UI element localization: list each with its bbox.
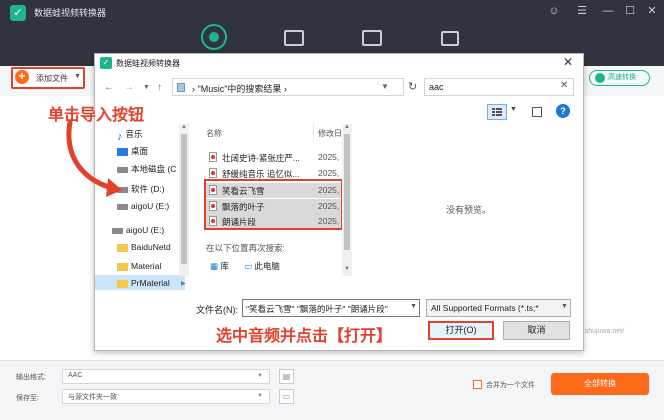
annotation-select-open: 选中音频并点击【打开】 bbox=[216, 328, 393, 345]
scroll-up-icon[interactable]: ▲ bbox=[344, 124, 350, 130]
file-list-scroll-thumb[interactable] bbox=[344, 134, 350, 250]
help-icon[interactable]: ? bbox=[556, 104, 570, 118]
tree-item-usb-e[interactable]: aigoU (E:) bbox=[112, 225, 164, 235]
tree-item-folder[interactable]: Material bbox=[117, 261, 161, 271]
save-to-value: 与源文件夹一致 bbox=[68, 394, 117, 401]
usb-drive-icon bbox=[112, 227, 123, 234]
folder-icon bbox=[117, 243, 128, 252]
search-input[interactable] bbox=[424, 78, 574, 96]
menu-icon[interactable]: ☰ bbox=[574, 3, 590, 19]
folder-icon bbox=[117, 262, 128, 271]
tree-scroll-thumb[interactable] bbox=[181, 134, 187, 264]
search-again-library[interactable]: ▦ 库 bbox=[210, 260, 229, 272]
save-to-select[interactable]: 与源文件夹一致 ▼ bbox=[62, 389, 270, 404]
filename-value: "笑看云飞雪" "飘落的叶子" "朗诵片段" bbox=[246, 304, 388, 314]
convert-all-button[interactable]: 全部转换 bbox=[551, 373, 649, 395]
drive-icon bbox=[117, 203, 128, 210]
minimize-button[interactable]: — bbox=[600, 3, 616, 19]
high-speed-icon bbox=[595, 73, 605, 83]
app-logo-icon: ✓ bbox=[10, 5, 26, 21]
app-title: 数据蛙视频转换器 bbox=[34, 8, 107, 18]
search-value: aac bbox=[429, 82, 444, 92]
file-name: 壮阔史诗-紧张庄严... bbox=[222, 153, 300, 163]
forward-arrow-icon[interactable]: → bbox=[124, 82, 134, 93]
output-format-select[interactable]: AAC ▼ bbox=[62, 369, 270, 384]
audio-file-icon bbox=[209, 168, 217, 178]
computer-icon: ▭ bbox=[244, 261, 253, 271]
selection-highlight-box bbox=[204, 179, 343, 230]
back-arrow-icon[interactable]: ← bbox=[104, 82, 114, 93]
output-format-label: 输出格式: bbox=[16, 374, 46, 381]
chevron-down-icon: ▼ bbox=[257, 393, 263, 399]
format-settings-icon[interactable]: ▤ bbox=[279, 369, 294, 384]
view-dropdown-icon[interactable]: ▼ bbox=[510, 106, 517, 113]
up-arrow-icon[interactable]: ↑ bbox=[157, 82, 162, 93]
cancel-button[interactable]: 取消 bbox=[503, 321, 570, 340]
folder-icon[interactable]: ▭ bbox=[279, 389, 294, 404]
file-type-dropdown-icon[interactable]: ▼ bbox=[561, 303, 568, 310]
column-header-modified[interactable]: 修改日 bbox=[318, 128, 342, 139]
file-type-value: All Supported Formats (*.ts;* bbox=[431, 303, 539, 313]
address-text: › "Music"中的搜索结果 › bbox=[192, 84, 287, 94]
scroll-right-icon[interactable]: ▶ bbox=[181, 280, 186, 287]
open-button[interactable]: 打开(O) bbox=[428, 321, 494, 340]
preview-pane-icon[interactable] bbox=[532, 107, 542, 117]
dialog-close-button[interactable]: ✕ bbox=[563, 55, 573, 69]
column-divider[interactable] bbox=[313, 124, 314, 140]
convert-tab-dot bbox=[209, 32, 219, 42]
maximize-button[interactable]: ☐ bbox=[622, 3, 638, 19]
tree-item-folder[interactable]: BaiduNetd bbox=[117, 242, 171, 252]
search-again-this-pc[interactable]: ▭ 此电脑 bbox=[244, 260, 280, 272]
scroll-down-icon[interactable]: ▼ bbox=[344, 266, 350, 272]
preview-pane-message: 没有预览。 bbox=[446, 205, 492, 215]
search-icon[interactable]: ✕ bbox=[560, 80, 568, 91]
column-header-name[interactable]: 名称 bbox=[206, 128, 222, 139]
add-plus-icon: + bbox=[15, 70, 29, 84]
file-date: 2025, bbox=[318, 152, 340, 162]
filename-dropdown-icon[interactable]: ▼ bbox=[410, 303, 417, 310]
view-options-button[interactable] bbox=[487, 104, 507, 120]
toolbox-tab-icon[interactable] bbox=[441, 31, 459, 46]
chevron-down-icon: ▼ bbox=[257, 373, 263, 379]
file-date: 2025, bbox=[318, 168, 340, 178]
recent-chevron-icon[interactable]: ▼ bbox=[143, 84, 150, 91]
search-folder-icon bbox=[177, 83, 185, 92]
annotation-arrow-icon bbox=[66, 119, 122, 197]
mv-tab-icon[interactable] bbox=[284, 30, 304, 46]
merge-checkbox[interactable] bbox=[473, 380, 482, 389]
details-view-icon bbox=[492, 108, 502, 116]
refresh-icon[interactable]: ↻ bbox=[408, 80, 417, 93]
tree-item-drive-e[interactable]: aigoU (E:) bbox=[117, 201, 169, 211]
app-close-button[interactable]: ✕ bbox=[644, 3, 660, 19]
dialog-title: 数据蛙视频转换器 bbox=[116, 59, 180, 68]
tree-hscroll bbox=[95, 278, 189, 290]
search-again-label: 在以下位置再次搜索: bbox=[206, 243, 285, 253]
library-icon: ▦ bbox=[210, 261, 219, 271]
scroll-up-icon[interactable]: ▲ bbox=[181, 124, 187, 130]
feedback-icon[interactable]: ☺ bbox=[546, 3, 562, 19]
filename-label: 文件名(N): bbox=[196, 305, 238, 315]
save-to-label: 保存至: bbox=[16, 395, 39, 402]
add-file-dropdown-icon[interactable]: ▼ bbox=[74, 73, 81, 80]
add-file-label: 添加文件 bbox=[36, 74, 68, 83]
audio-file-icon bbox=[209, 152, 217, 162]
dialog-app-icon: ✓ bbox=[100, 57, 112, 69]
output-format-value: AAC bbox=[68, 372, 83, 379]
merge-label: 合并为一个文件 bbox=[486, 382, 535, 389]
collage-tab-icon[interactable] bbox=[362, 30, 382, 46]
address-dropdown-icon[interactable]: ▼ bbox=[381, 82, 389, 91]
